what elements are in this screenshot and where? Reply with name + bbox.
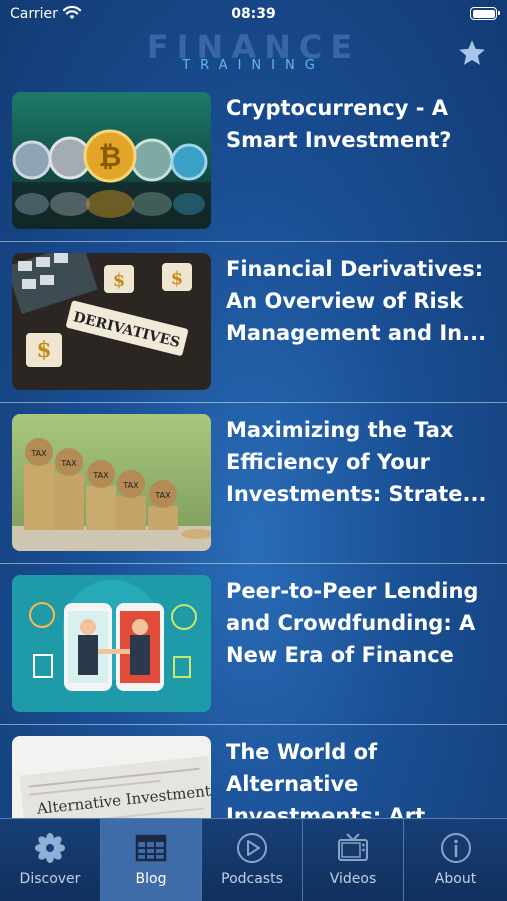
tab-label: Podcasts	[221, 871, 283, 887]
article-item[interactable]: TAX TAX TAX TAX TAX Maximizing the Tax E…	[0, 402, 507, 564]
article-thumbnail-p2p-lending	[12, 575, 211, 712]
tab-bar: Discover Blog Podcasts Videos About	[0, 818, 507, 901]
tax-label: TAX	[92, 471, 109, 480]
logo-subtitle: TRAINING	[182, 58, 325, 73]
article-feed[interactable]: ₿ Cryptocurrency - A Smart Investment? $…	[0, 80, 507, 818]
article-thumbnail-tax: TAX TAX TAX TAX TAX	[12, 414, 211, 551]
flower-icon	[35, 833, 65, 863]
favorites-star-icon[interactable]	[457, 38, 487, 68]
tab-videos[interactable]: Videos	[303, 819, 404, 901]
article-title[interactable]: The World of Alternative Investments: Ar…	[226, 736, 493, 818]
tab-label: Discover	[19, 871, 81, 887]
tax-label: TAX	[30, 449, 47, 458]
battery-icon	[470, 7, 500, 20]
tab-label: Blog	[135, 871, 167, 887]
play-circle-icon	[237, 833, 267, 863]
tv-icon	[338, 833, 368, 861]
tab-label: Videos	[329, 871, 377, 887]
article-item[interactable]: Alternative Investments The World of Alt…	[0, 724, 507, 818]
tax-label: TAX	[154, 491, 171, 500]
tab-about[interactable]: About	[404, 819, 507, 901]
article-title[interactable]: Maximizing the Tax Efficiency of Your In…	[226, 414, 493, 510]
tab-blog[interactable]: Blog	[101, 819, 202, 901]
dollar-symbol: $	[171, 268, 184, 289]
bitcoin-symbol: ₿	[99, 140, 122, 173]
status-bar: Carrier 08:39	[0, 0, 507, 30]
dollar-symbol: $	[36, 337, 51, 363]
article-thumbnail-derivatives: $ $ DERIVATIVES $	[12, 253, 211, 390]
article-thumbnail-alternative-investments: Alternative Investments	[12, 736, 211, 818]
article-title[interactable]: Cryptocurrency - A Smart Investment?	[226, 92, 493, 156]
clock: 08:39	[231, 6, 276, 22]
article-title[interactable]: Peer-to-Peer Lending and Crowdfunding: A…	[226, 575, 493, 671]
tab-podcasts[interactable]: Podcasts	[202, 819, 303, 901]
tab-label: About	[434, 871, 477, 887]
tax-label: TAX	[60, 459, 77, 468]
article-item[interactable]: ₿ Cryptocurrency - A Smart Investment?	[0, 80, 507, 242]
article-title[interactable]: Financial Derivatives: An Overview of Ri…	[226, 253, 493, 349]
tax-label: TAX	[122, 481, 139, 490]
article-item[interactable]: Peer-to-Peer Lending and Crowdfunding: A…	[0, 563, 507, 725]
article-item[interactable]: $ $ DERIVATIVES $ Financial Derivatives:…	[0, 241, 507, 403]
article-thumbnail-crypto: ₿	[12, 92, 211, 229]
info-icon	[440, 833, 471, 863]
tab-discover[interactable]: Discover	[0, 819, 101, 901]
header: FINANCE TRAINING	[0, 28, 507, 80]
dollar-symbol: $	[113, 270, 126, 291]
newspaper-icon	[135, 834, 167, 862]
